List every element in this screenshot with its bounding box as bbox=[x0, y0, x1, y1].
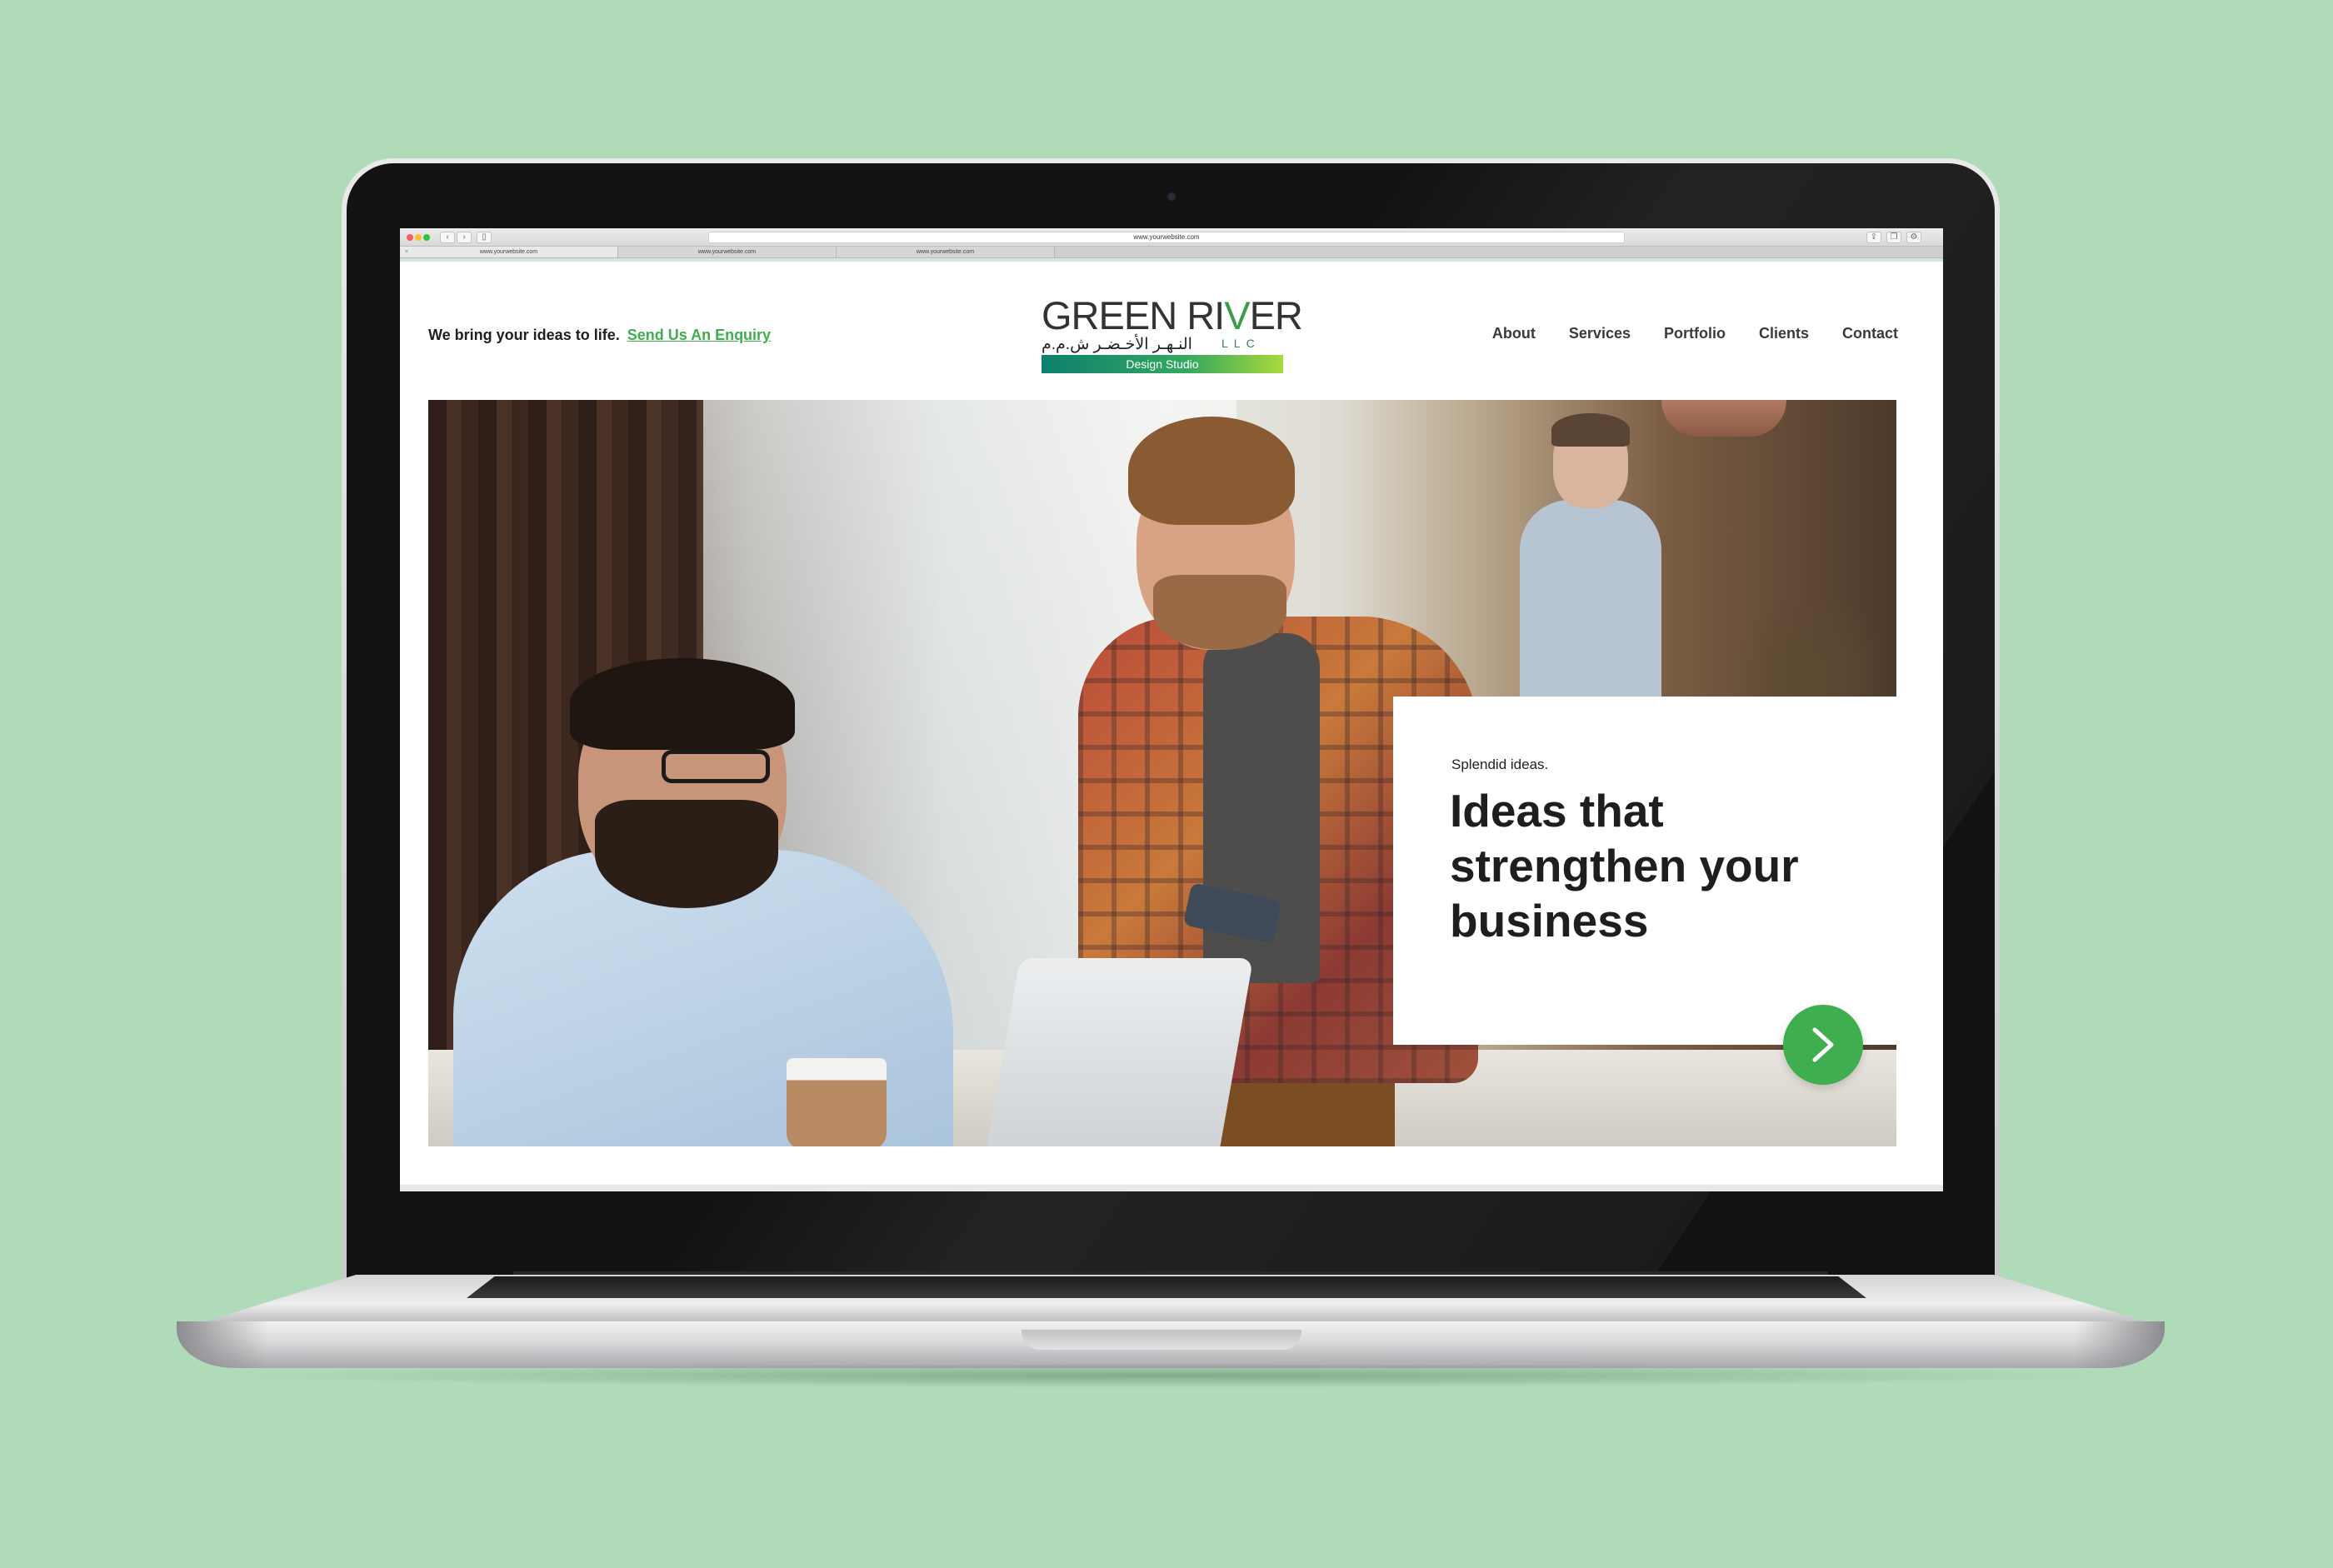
coffee-cup bbox=[787, 1058, 887, 1146]
maximize-window-icon[interactable] bbox=[423, 234, 430, 241]
tab-1[interactable]: × www.yourwebsite.com bbox=[400, 247, 618, 257]
back-icon[interactable]: ‹ bbox=[440, 232, 455, 243]
laptop-base-right-edge bbox=[2073, 1321, 2165, 1368]
tab-3[interactable]: www.yourwebsite.com bbox=[837, 247, 1055, 257]
tab-label: www.yourwebsite.com bbox=[479, 249, 538, 255]
nav-clients[interactable]: Clients bbox=[1759, 325, 1809, 342]
hero-lamp bbox=[1661, 400, 1786, 437]
logo-v-mark: V bbox=[1224, 293, 1250, 337]
nav-services[interactable]: Services bbox=[1569, 325, 1631, 342]
tabs-icon[interactable]: ❐ bbox=[1886, 232, 1901, 243]
background-person bbox=[1503, 413, 1670, 750]
minimize-window-icon[interactable] bbox=[415, 234, 422, 241]
hero-eyebrow: Splendid ideas. bbox=[1451, 757, 1549, 772]
forward-icon[interactable]: › bbox=[457, 232, 472, 243]
keyboard-edge bbox=[467, 1276, 1866, 1298]
logo-llc: LLC bbox=[1221, 337, 1261, 350]
address-bar[interactable]: www.yourwebsite.com bbox=[708, 232, 1625, 243]
tab-label: www.yourwebsite.com bbox=[916, 249, 975, 255]
hero-laptop bbox=[986, 958, 1254, 1146]
logo-wordmark: GREEN RIVER bbox=[1042, 293, 1303, 337]
close-window-icon[interactable] bbox=[407, 234, 413, 241]
settings-icon[interactable]: ⚙ bbox=[1906, 232, 1921, 243]
page-bottom-strip bbox=[400, 1185, 1943, 1191]
tagline-text: We bring your ideas to life. bbox=[428, 327, 620, 343]
hero-card: Splendid ideas. Ideas that strengthen yo… bbox=[1393, 697, 1913, 1045]
tab-bar: × www.yourwebsite.com www.yourwebsite.co… bbox=[400, 247, 1943, 258]
share-icon[interactable]: ⇪ bbox=[1866, 232, 1881, 243]
tab-label: www.yourwebsite.com bbox=[697, 249, 757, 255]
sidebar-icon[interactable]: ▯ bbox=[477, 232, 492, 243]
address-url: www.yourwebsite.com bbox=[1133, 233, 1200, 241]
browser-titlebar: ‹ › ▯ www.yourwebsite.com ⇪ ❐ ⚙ bbox=[400, 228, 1943, 247]
logo-design-studio-bar: Design Studio bbox=[1042, 355, 1283, 373]
logo-text-start: GREEN RI bbox=[1042, 293, 1225, 337]
header-tagline: We bring your ideas to life. Send Us An … bbox=[428, 327, 771, 344]
page-top-accent bbox=[400, 258, 1943, 262]
chevron-right-icon bbox=[1812, 1027, 1834, 1062]
close-tab-icon[interactable]: × bbox=[405, 247, 408, 257]
nav-portfolio[interactable]: Portfolio bbox=[1664, 325, 1726, 342]
webcam-icon bbox=[1166, 192, 1176, 202]
logo-design-studio: Design Studio bbox=[1126, 357, 1199, 371]
nav-about[interactable]: About bbox=[1492, 325, 1536, 342]
main-nav: About Services Portfolio Clients Contact bbox=[1492, 325, 1898, 342]
site-logo[interactable]: GREEN RIVER النـهـر الأخـضـر ش.م.م LLC D… bbox=[1042, 295, 1303, 378]
logo-arabic-text: النـهـر الأخـضـر ش.م.م bbox=[1042, 336, 1192, 353]
logo-text-end: ER bbox=[1249, 293, 1303, 337]
send-enquiry-link[interactable]: Send Us An Enquiry bbox=[627, 327, 771, 343]
nav-contact[interactable]: Contact bbox=[1842, 325, 1898, 342]
laptop-opening-notch bbox=[1022, 1330, 1301, 1350]
laptop-base-left-edge bbox=[177, 1321, 268, 1368]
tab-2[interactable]: www.yourwebsite.com bbox=[618, 247, 837, 257]
next-slide-button[interactable] bbox=[1783, 1005, 1863, 1085]
seated-man bbox=[453, 650, 970, 1146]
laptop-shadow bbox=[225, 1363, 2116, 1388]
hero-title: Ideas that strengthen your business bbox=[1450, 785, 1799, 946]
